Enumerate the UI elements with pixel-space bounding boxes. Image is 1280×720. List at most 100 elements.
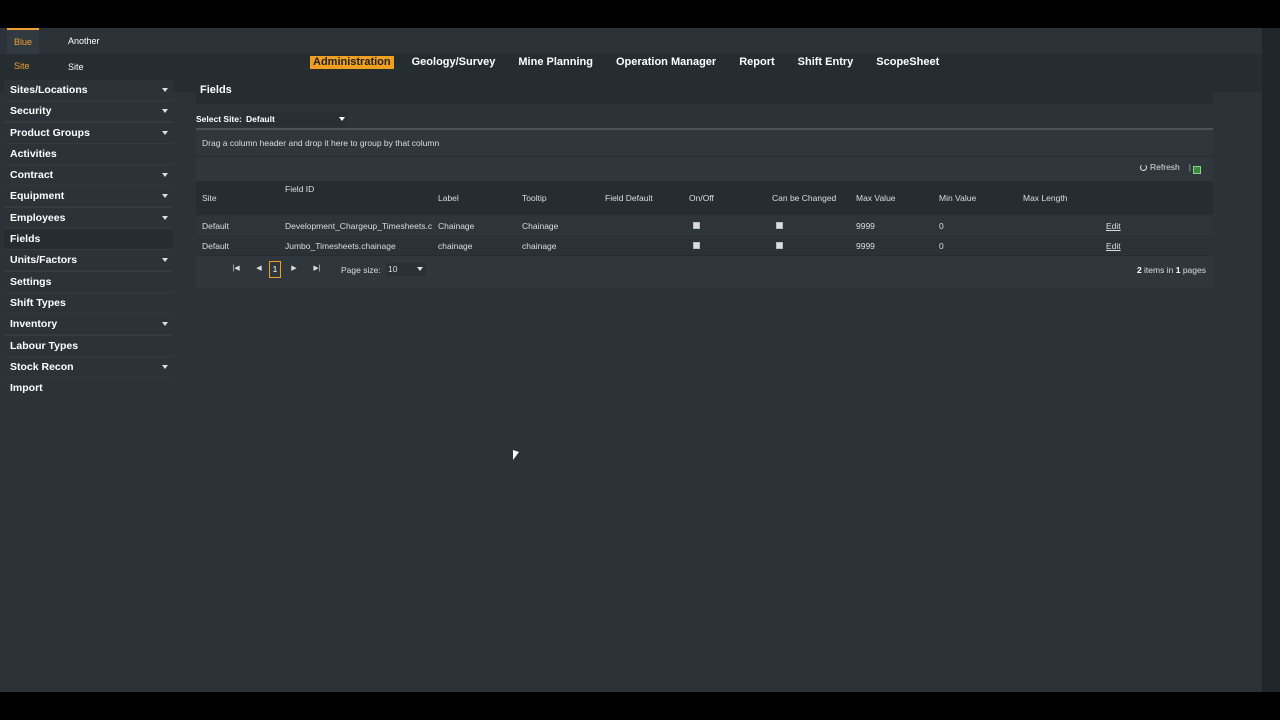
sidebar-item-sites-locations[interactable]: Sites/Locations	[4, 80, 173, 100]
main-nav: Administration Geology/Survey Mine Plann…	[310, 54, 957, 74]
sidebar-item-labour-types[interactable]: Labour Types	[4, 335, 173, 356]
sidebar-item-inventory[interactable]: Inventory	[4, 314, 173, 335]
nav-scopesheet[interactable]: ScopeSheet	[871, 56, 944, 69]
refresh-button[interactable]: Refresh |	[1140, 162, 1191, 172]
sidebar-item-label: Sites/Locations	[10, 84, 88, 96]
chevron-down-icon[interactable]	[339, 117, 345, 121]
sidebar-item-label: Shift Types	[10, 296, 66, 309]
sidebar-item-activities[interactable]: Activities	[4, 143, 173, 164]
column-header-label[interactable]: Label	[438, 193, 459, 203]
sidebar-item-settings[interactable]: Settings	[4, 271, 173, 292]
pager-item-count: 2	[1136, 265, 1142, 275]
sidebar-item-label: Security	[10, 105, 52, 118]
nav-shift-entry[interactable]: Shift Entry	[793, 56, 859, 69]
column-header-on-off[interactable]: On/Off	[689, 193, 714, 203]
pager-info: 2 items in 1 pages	[1137, 265, 1206, 275]
column-header-field-id[interactable]: Field ID	[285, 184, 314, 194]
page-title: Fields	[196, 80, 1213, 104]
nav-geology-survey[interactable]: Geology/Survey	[407, 56, 501, 69]
chevron-down-icon	[162, 322, 168, 327]
column-header-max-value[interactable]: Max Value	[856, 193, 896, 203]
sidebar-item-units-factors[interactable]: Units/Factors	[4, 250, 173, 271]
last-page-icon[interactable]: ▶|	[310, 262, 324, 276]
can-be-changed-checkbox[interactable]	[776, 222, 783, 229]
chevron-down-icon[interactable]	[417, 267, 423, 271]
chevron-down-icon	[162, 88, 168, 92]
select-site-value: Default	[246, 114, 275, 124]
app-window: Blue Site Another Site Administration Ge…	[0, 28, 1280, 692]
pager-page-count: 1	[1175, 265, 1181, 275]
refresh-icon	[1140, 163, 1148, 171]
pager-info-mid: items in	[1144, 265, 1174, 275]
sidebar-item-label: Inventory	[10, 318, 58, 331]
column-header-site[interactable]: Site	[202, 193, 217, 203]
select-site-dropdown[interactable]: Default	[242, 111, 348, 127]
first-page-icon[interactable]: |◀	[229, 262, 243, 276]
chevron-down-icon	[162, 258, 168, 263]
nav-operation-manager[interactable]: Operation Manager	[611, 56, 721, 69]
sidebar-item-employees[interactable]: Employees	[4, 207, 173, 228]
vertical-scrollbar[interactable]	[1262, 28, 1280, 692]
table-row[interactable]: Default Development_Chargeup_Timesheets.…	[196, 215, 1213, 235]
nav-mine-planning[interactable]: Mine Planning	[513, 56, 598, 69]
sidebar: Sites/Locations Security Product Groups …	[4, 80, 173, 399]
sidebar-item-stock-recon[interactable]: Stock Recon	[4, 356, 173, 377]
chevron-down-icon	[162, 364, 168, 369]
cell-field-id: Development_Chargeup_Timesheets.c	[285, 221, 433, 231]
nav-report[interactable]: Report	[734, 56, 779, 69]
sidebar-item-label: Settings	[10, 275, 52, 288]
table-row[interactable]: Default Jumbo_Timesheets.chainage chaina…	[196, 235, 1213, 255]
cell-site: Default	[202, 241, 229, 251]
on-off-checkbox[interactable]	[693, 242, 700, 249]
sidebar-item-product-groups[interactable]: Product Groups	[4, 122, 173, 143]
mouse-cursor-icon	[513, 450, 519, 460]
grid-pager: |◀ ◀ 1 ▶ ▶| Page size: 10 2 items in 1 p…	[196, 255, 1213, 282]
toolbar-separator: |	[1188, 162, 1191, 172]
on-off-checkbox[interactable]	[693, 222, 700, 229]
column-header-field-default[interactable]: Field Default	[605, 193, 653, 203]
previous-page-icon[interactable]: ◀	[252, 262, 266, 276]
site-tab-blue-site[interactable]: Blue Site	[7, 28, 40, 71]
cell-tooltip: Chainage	[522, 221, 559, 231]
cell-min-value: 0	[939, 241, 944, 251]
cell-label: chainage	[438, 241, 473, 251]
cell-min-value: 0	[939, 221, 944, 231]
cell-label: Chainage	[438, 221, 475, 231]
cell-site: Default	[202, 221, 229, 231]
sidebar-item-contract[interactable]: Contract	[4, 165, 173, 186]
grid-toolbar: Refresh |	[196, 156, 1213, 181]
chevron-down-icon	[162, 130, 168, 135]
sidebar-item-fields[interactable]: Fields	[4, 229, 173, 250]
column-header-can-be-changed[interactable]: Can be Changed	[772, 193, 836, 203]
cell-max-value: 9999	[856, 241, 875, 251]
export-excel-icon[interactable]	[1193, 166, 1201, 174]
group-drop-area[interactable]: Drag a column header and drop it here to…	[196, 130, 1213, 156]
chevron-down-icon	[162, 109, 168, 114]
edit-link[interactable]: Edit	[1106, 241, 1121, 251]
sidebar-item-shift-types[interactable]: Shift Types	[4, 292, 173, 313]
site-tab-another-site[interactable]: Another Site	[61, 28, 107, 72]
column-header-max-length[interactable]: Max Length	[1023, 193, 1067, 203]
sidebar-item-import[interactable]: Import	[4, 378, 173, 399]
cell-max-value: 9999	[856, 221, 875, 231]
page-size-dropdown[interactable]: 10	[386, 263, 426, 276]
sidebar-item-label: Activities	[10, 147, 57, 160]
sidebar-item-label: Units/Factors	[10, 254, 78, 267]
chevron-down-icon	[162, 173, 168, 178]
edit-link[interactable]: Edit	[1106, 221, 1121, 231]
column-header-min-value[interactable]: Min Value	[939, 193, 976, 203]
next-page-icon[interactable]: ▶	[287, 262, 301, 276]
pager-info-end: pages	[1182, 265, 1206, 275]
current-page-number[interactable]: 1	[269, 261, 281, 278]
sidebar-item-label: Import	[10, 382, 43, 395]
can-be-changed-checkbox[interactable]	[776, 242, 783, 249]
page-size-value: 10	[388, 264, 398, 274]
sidebar-item-security[interactable]: Security	[4, 101, 173, 122]
fields-grid: Drag a column header and drop it here to…	[196, 128, 1213, 288]
page-size-label: Page size:	[341, 265, 381, 275]
sidebar-item-label: Labour Types	[10, 339, 79, 352]
column-header-tooltip[interactable]: Tooltip	[522, 193, 547, 203]
sidebar-item-equipment[interactable]: Equipment	[4, 186, 173, 207]
sidebar-item-label: Fields	[10, 233, 41, 246]
nav-administration[interactable]: Administration	[310, 56, 394, 69]
